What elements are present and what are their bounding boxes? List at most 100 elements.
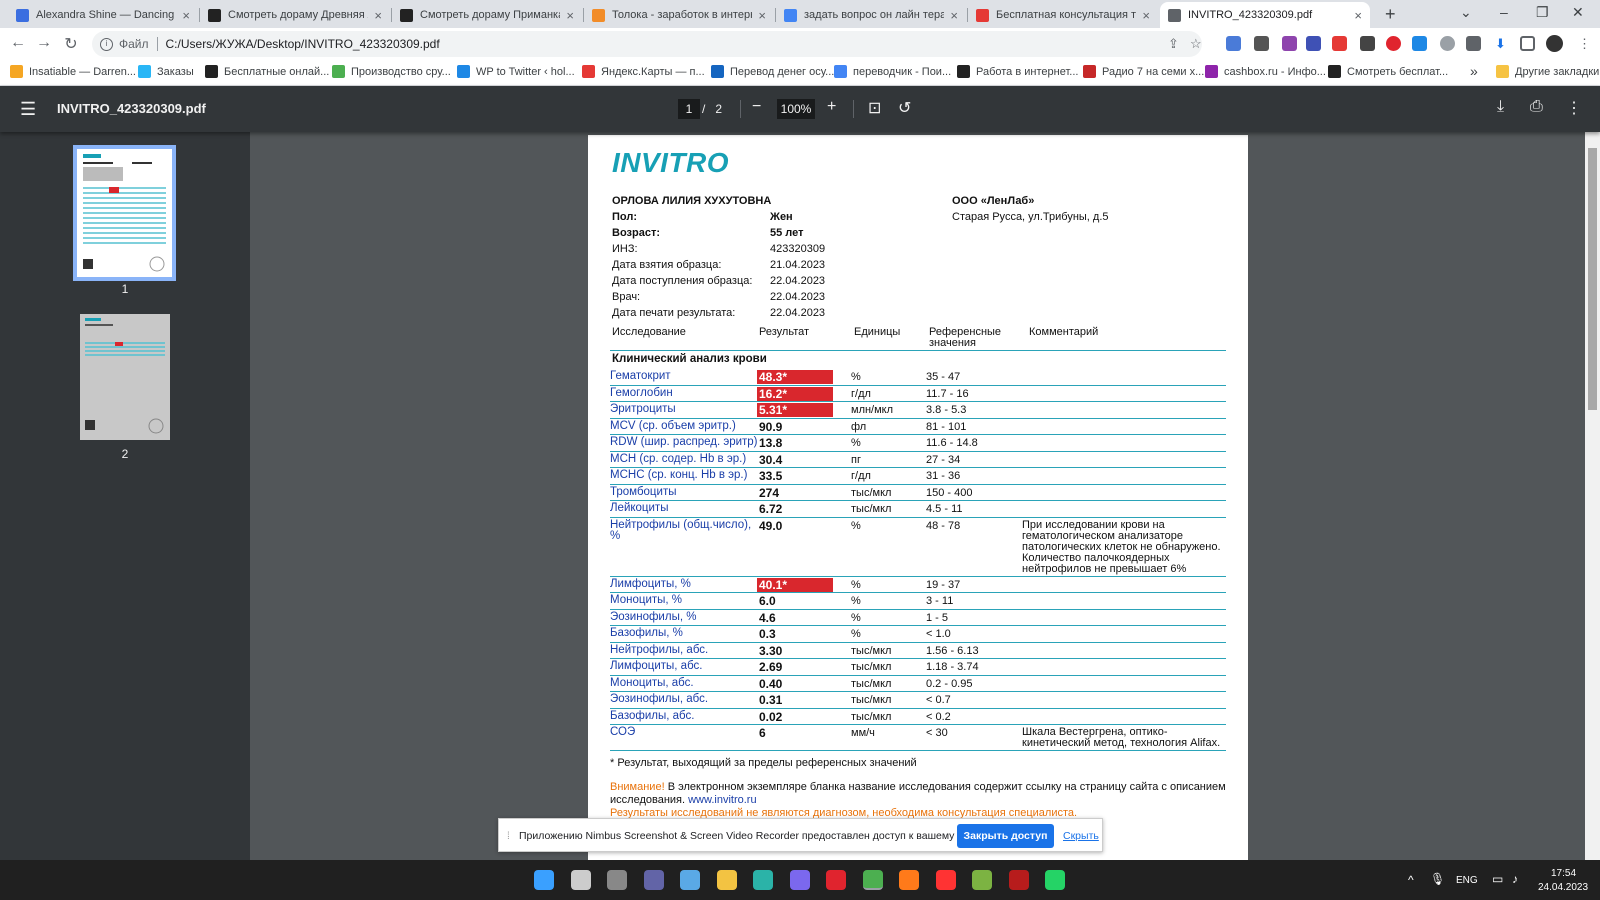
- address-bar[interactable]: i Файл C:/Users/ЖУЖА/Desktop/INVITRO_423…: [92, 31, 1202, 57]
- taskbar-chrome-icon[interactable]: [862, 870, 883, 890]
- bookmark-item[interactable]: Производство сру...: [332, 65, 451, 78]
- test-name-link[interactable]: Базофилы, %: [610, 627, 683, 639]
- test-name-link[interactable]: Эозинофилы, абс.: [610, 693, 708, 705]
- extensions-puzzle-icon[interactable]: [1466, 36, 1481, 51]
- bookmark-item[interactable]: Радио 7 на семи х...: [1083, 65, 1204, 78]
- extension-ut-icon[interactable]: [1360, 36, 1375, 51]
- rotate-icon[interactable]: ↺: [898, 98, 911, 118]
- bookmark-item[interactable]: Работа в интернет...: [957, 65, 1078, 78]
- browser-tab[interactable]: Бесплатная консультация тера ×: [968, 2, 1158, 28]
- clock-time[interactable]: 17:54: [1551, 868, 1576, 879]
- taskbar-teams-icon[interactable]: [643, 870, 664, 890]
- taskbar-app-leaf-icon[interactable]: [972, 870, 992, 890]
- share-icon[interactable]: ⇪: [1168, 36, 1179, 52]
- download-icon[interactable]: ⬇: [1495, 36, 1506, 52]
- avatar[interactable]: [1546, 35, 1563, 52]
- clock-date[interactable]: 24.04.2023: [1538, 882, 1588, 893]
- extension-opera-icon[interactable]: [1386, 36, 1401, 51]
- test-name-link[interactable]: MCV (ср. объем эритр.): [610, 420, 736, 432]
- side-panel-icon[interactable]: [1520, 36, 1535, 51]
- taskbar-firefox-icon[interactable]: [899, 870, 919, 890]
- test-name-link[interactable]: Базофилы, абс.: [610, 710, 694, 722]
- taskbar-explorer-icon[interactable]: [716, 870, 737, 890]
- taskbar-app-c-icon[interactable]: [789, 870, 810, 890]
- test-name-link[interactable]: MCH (ср. содер. Hb в эр.): [610, 453, 746, 465]
- tab-close-icon[interactable]: ×: [566, 8, 574, 23]
- pdf-viewer[interactable]: INVITRO ОРЛОВА ЛИЛИЯ ХУХУТОВНА ООО «ЛенЛ…: [250, 132, 1585, 860]
- zoom-out-icon[interactable]: −: [752, 98, 761, 116]
- tab-close-icon[interactable]: ×: [182, 8, 190, 23]
- stop-sharing-button[interactable]: Закрыть доступ: [957, 824, 1054, 848]
- page-number-input[interactable]: 1: [678, 99, 700, 119]
- test-name-link[interactable]: Лимфоциты, абс.: [610, 660, 702, 672]
- browser-tab[interactable]: INVITRO_423320309.pdf ×: [1160, 2, 1370, 28]
- taskbar-opera-icon[interactable]: [826, 870, 846, 890]
- address-path[interactable]: C:/Users/ЖУЖА/Desktop/INVITRO_423320309.…: [166, 37, 440, 51]
- test-name-link[interactable]: Моноциты, абс.: [610, 677, 694, 689]
- bookmark-item[interactable]: Смотреть бесплат...: [1328, 65, 1448, 78]
- extension-pen-icon[interactable]: [1282, 36, 1297, 51]
- drag-handle-icon[interactable]: ⁞: [507, 831, 510, 842]
- test-name-link[interactable]: RDW (шир. распред. эритр): [610, 436, 758, 448]
- browser-menu-icon[interactable]: ⋮: [1578, 36, 1591, 52]
- bookmark-item[interactable]: Яндекс.Карты — п...: [582, 65, 705, 78]
- browser-tab[interactable]: задать вопрос он лайн терапе ×: [776, 2, 966, 28]
- bookmarks-overflow-icon[interactable]: »: [1470, 63, 1478, 79]
- test-name-link[interactable]: Лимфоциты, %: [610, 578, 691, 590]
- maximize-icon[interactable]: ❐: [1536, 4, 1549, 21]
- tab-search-icon[interactable]: ⌄: [1460, 4, 1472, 21]
- test-name-link[interactable]: Лейкоциты: [610, 502, 668, 514]
- extension-translate-icon[interactable]: [1226, 36, 1241, 51]
- bookmark-item[interactable]: Перевод денег осу...: [711, 65, 834, 78]
- tray-chevron-icon[interactable]: ^: [1408, 873, 1414, 887]
- test-name-link[interactable]: Тромбоциты: [610, 486, 676, 498]
- bookmark-item[interactable]: Бесплатные онлай...: [205, 65, 329, 78]
- new-tab-icon[interactable]: +: [1385, 4, 1396, 25]
- viewer-scrollbar[interactable]: [1585, 132, 1600, 860]
- test-name-link[interactable]: Моноциты, %: [610, 594, 682, 606]
- test-name-link[interactable]: Эозинофилы, %: [610, 611, 696, 623]
- info-icon[interactable]: i: [100, 37, 113, 51]
- tab-close-icon[interactable]: ×: [758, 8, 766, 23]
- browser-tab[interactable]: Смотреть дораму Приманка (Е ×: [392, 2, 582, 28]
- browser-tab[interactable]: Смотреть дораму Древняя лю ×: [200, 2, 390, 28]
- invitro-link[interactable]: www.invitro.ru: [688, 794, 756, 806]
- taskbar-start-icon[interactable]: [534, 870, 554, 890]
- network-icon[interactable]: ▭: [1492, 872, 1503, 886]
- taskbar-search-icon[interactable]: [570, 870, 591, 890]
- test-name-link[interactable]: Гематокрит: [610, 370, 671, 382]
- bookmark-item[interactable]: Insatiable — Darren...: [10, 65, 136, 78]
- extension-camera-icon[interactable]: [1254, 36, 1269, 51]
- print-icon[interactable]: ⎙: [1530, 98, 1543, 116]
- extension-box-icon[interactable]: [1306, 36, 1321, 51]
- fit-page-icon[interactable]: ⊡: [868, 98, 881, 118]
- forward-icon[interactable]: →: [34, 34, 54, 52]
- test-name-link[interactable]: Нейтрофилы, абс.: [610, 644, 708, 656]
- other-bookmarks[interactable]: Другие закладки: [1496, 65, 1599, 78]
- pdf-more-icon[interactable]: ⋮: [1566, 98, 1582, 118]
- tab-close-icon[interactable]: ×: [950, 8, 958, 23]
- language-indicator[interactable]: ENG: [1456, 875, 1478, 886]
- test-name-link[interactable]: СОЭ: [610, 726, 635, 738]
- test-name-link[interactable]: Эритроциты: [610, 403, 676, 415]
- close-window-icon[interactable]: ✕: [1572, 4, 1584, 21]
- volume-icon[interactable]: ♪: [1512, 872, 1518, 886]
- extension-n-icon[interactable]: [1412, 36, 1427, 51]
- taskbar-yandex-icon[interactable]: [935, 870, 956, 890]
- extension-globe-icon[interactable]: [1440, 36, 1455, 51]
- bookmark-item[interactable]: cashbox.ru - Инфо...: [1205, 65, 1326, 78]
- tab-close-icon[interactable]: ×: [1142, 8, 1150, 23]
- tab-close-icon[interactable]: ×: [374, 8, 382, 23]
- hide-notice-link[interactable]: Скрыть: [1063, 830, 1099, 842]
- back-icon[interactable]: ←: [8, 34, 28, 52]
- pdf-download-icon[interactable]: ⤓: [1497, 98, 1504, 116]
- microphone-icon[interactable]: 🎙: [1430, 872, 1445, 886]
- browser-tab[interactable]: Alexandra Shine — Dancing Ho ×: [8, 2, 198, 28]
- bookmark-item[interactable]: WP to Twitter ‹ hol...: [457, 65, 575, 78]
- star-icon[interactable]: ☆: [1190, 36, 1202, 52]
- zoom-in-icon[interactable]: +: [827, 98, 836, 116]
- bookmark-item[interactable]: Заказы: [138, 65, 194, 78]
- taskbar-app-red-icon[interactable]: [1008, 870, 1029, 890]
- test-name-link[interactable]: Нейтрофилы (общ.число),: [610, 519, 751, 531]
- bookmark-item[interactable]: переводчик - Пои...: [834, 65, 951, 78]
